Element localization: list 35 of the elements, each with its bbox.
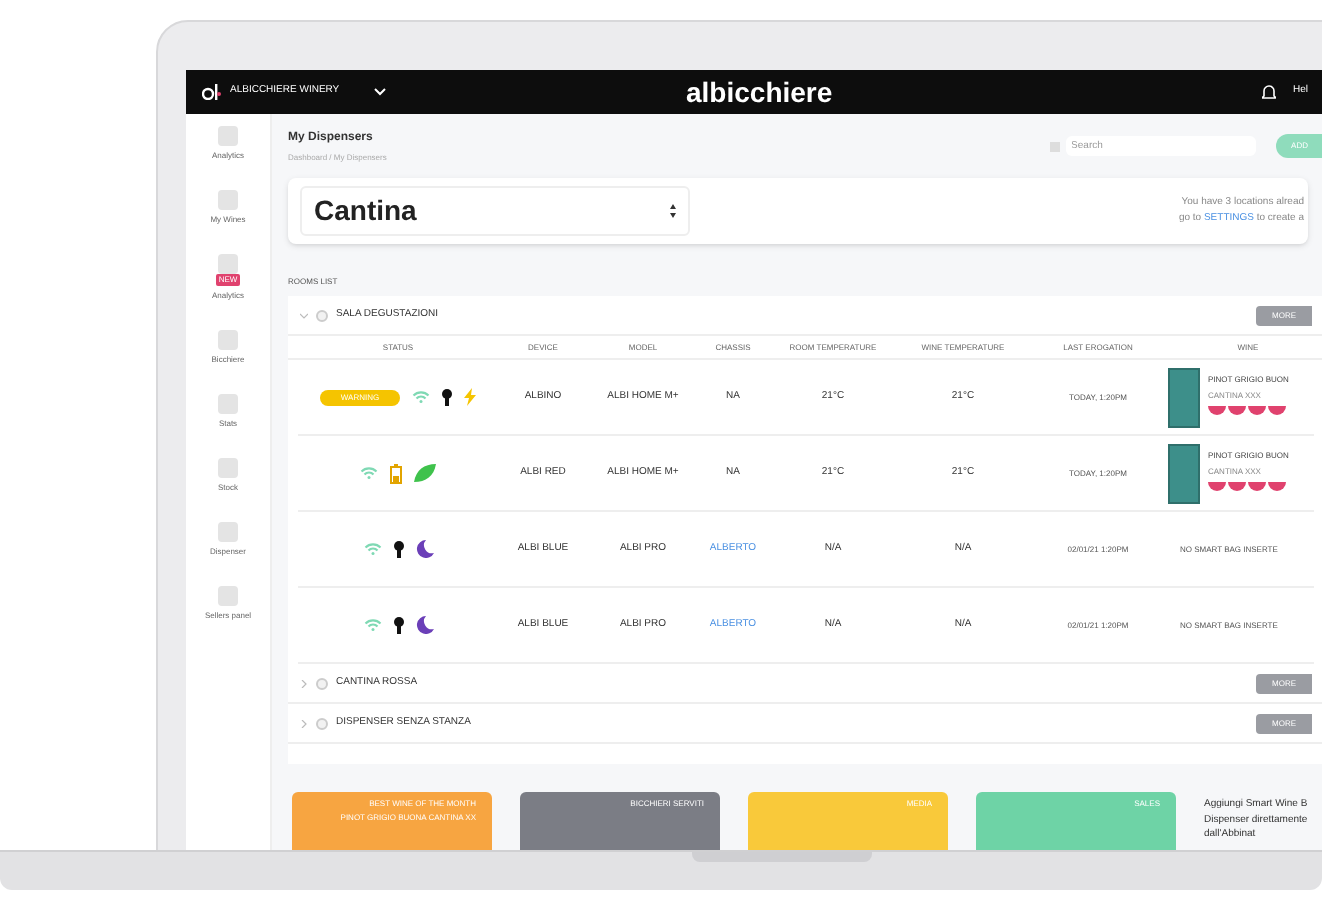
bulb-icon [393, 616, 403, 634]
wine-bag-image [1168, 443, 1200, 503]
battery-icon [390, 463, 402, 483]
wine-glasses-icon [1208, 405, 1288, 421]
brand-logo: albicchiere [686, 73, 833, 111]
menu-item-icon[interactable] [218, 586, 238, 606]
menu-item-icon[interactable] [218, 190, 238, 210]
wine-glasses-icon [1208, 481, 1288, 497]
menu-item-icon[interactable] [217, 126, 238, 146]
menu-item-icon[interactable] [217, 254, 238, 274]
lightning-icon [463, 388, 476, 406]
wifi-icon [363, 618, 381, 632]
bulb-icon [393, 540, 403, 558]
moon-icon [415, 540, 433, 558]
menu-item-icon[interactable] [217, 330, 238, 350]
moon-icon [415, 616, 433, 634]
location-select[interactable]: Cantina [300, 186, 690, 236]
chevron-right-icon[interactable] [300, 679, 308, 687]
menu-item-icon[interactable] [217, 458, 238, 478]
select-arrows-icon [670, 204, 676, 218]
search-icon [1049, 141, 1060, 151]
room-checkbox[interactable] [316, 717, 328, 729]
wifi-icon [363, 542, 381, 556]
chevron-right-icon[interactable] [300, 719, 308, 727]
bell-icon[interactable] [1262, 84, 1277, 100]
wine-bag-image [1168, 367, 1200, 427]
wifi-icon [360, 466, 378, 480]
leaf-icon [414, 464, 436, 482]
room-checkbox[interactable] [316, 677, 328, 689]
logo-icon [202, 84, 222, 100]
bulb-icon [441, 388, 452, 406]
menu-item-icon[interactable] [218, 394, 238, 414]
wifi-icon [411, 390, 430, 404]
room-checkbox[interactable] [316, 309, 328, 321]
menu-item-icon[interactable] [217, 522, 238, 542]
